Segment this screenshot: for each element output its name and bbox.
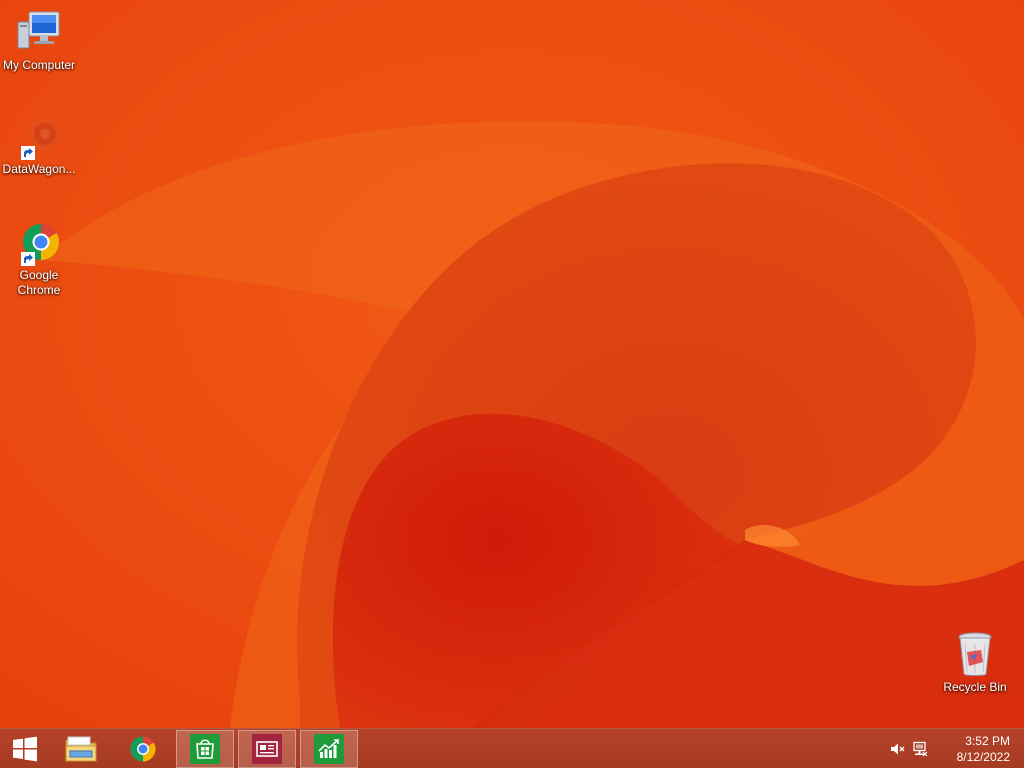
recycle-bin-icon (951, 630, 999, 678)
taskbar-finance[interactable] (300, 730, 358, 768)
wallpaper (0, 0, 1024, 728)
store-icon (190, 734, 220, 764)
system-tray: 3:52 PM 8/12/2022 (884, 729, 1024, 768)
network-icon[interactable] (912, 741, 928, 757)
desktop-icon-label: Recycle Bin (943, 680, 1007, 694)
datawagon-icon (15, 112, 63, 160)
taskbar-google-chrome[interactable] (114, 730, 172, 768)
desktop: My Computer DataWagon... Google Chrome R… (0, 0, 1024, 728)
shortcut-arrow-icon (21, 146, 35, 160)
chrome-icon (130, 736, 156, 762)
clock-date: 8/12/2022 (956, 750, 1010, 764)
computer-icon (15, 8, 63, 56)
desktop-icon-label: Google Chrome (17, 268, 61, 297)
start-button[interactable] (0, 730, 50, 768)
taskbar-news[interactable] (238, 730, 296, 768)
clock-time: 3:52 PM (965, 734, 1010, 748)
speaker-muted-icon[interactable] (889, 741, 905, 757)
windows-logo-icon (13, 736, 37, 762)
desktop-icon-label: My Computer (2, 58, 76, 72)
folder-icon (65, 736, 97, 762)
desktop-icon-label: DataWagon... (2, 162, 76, 176)
shortcut-arrow-icon (21, 252, 35, 266)
taskbar-file-explorer[interactable] (52, 730, 110, 768)
desktop-icon-recycle-bin[interactable]: Recycle Bin (936, 630, 1014, 695)
clock[interactable]: 3:52 PM 8/12/2022 (957, 733, 1010, 765)
chrome-icon (15, 218, 63, 266)
finance-icon (314, 734, 344, 764)
desktop-icon-datawagon[interactable]: DataWagon... (0, 112, 78, 177)
taskbar: 3:52 PM 8/12/2022 (0, 728, 1024, 768)
desktop-icon-my-computer[interactable]: My Computer (0, 8, 78, 73)
news-icon (252, 734, 282, 764)
taskbar-store[interactable] (176, 730, 234, 768)
desktop-icon-google-chrome[interactable]: Google Chrome (0, 218, 78, 298)
